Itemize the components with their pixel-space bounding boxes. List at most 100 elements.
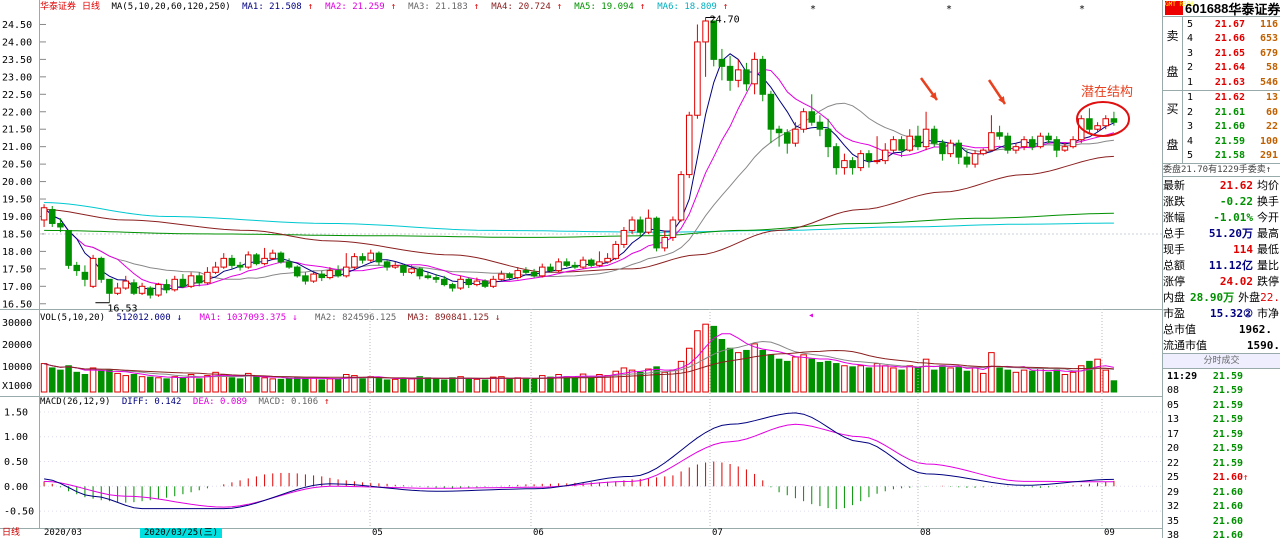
tick-row[interactable]: 35 21.60	[1163, 514, 1280, 529]
volume-bar	[677, 360, 685, 393]
candle-body	[481, 280, 489, 287]
gmt-badge-icon[interactable]: GMT R300	[1165, 1, 1194, 15]
tick-row[interactable]: 08 21.59	[1163, 384, 1280, 399]
bid-level: 2	[1186, 106, 1194, 118]
volume-bar	[1037, 367, 1044, 393]
tick-price: 21.60	[1212, 530, 1243, 538]
volume-bar	[1012, 371, 1020, 393]
candle-body	[947, 142, 954, 155]
tick-price: 21.60	[1212, 501, 1243, 513]
candle-body	[775, 128, 783, 134]
tick-row[interactable]: 25 21.60 ↑	[1163, 471, 1280, 486]
candle-body	[1102, 118, 1110, 127]
ask-row[interactable]: 1 21.63 546	[1183, 75, 1280, 90]
ma1-line	[43, 53, 1115, 291]
bid-row[interactable]: 1 21.62 13	[1183, 91, 1280, 106]
candle-body	[130, 282, 138, 294]
volume-axis-label: 10000	[2, 362, 32, 373]
market-value-row: 总市值 1962.	[1163, 321, 1280, 337]
candle-body	[759, 58, 767, 95]
ticks-title[interactable]: 分时成交	[1163, 353, 1280, 369]
quote-key-right: 市净	[1257, 307, 1279, 320]
ma-label: MA6: 18.809 ↑	[657, 2, 734, 12]
tick-row[interactable]: 13 21.59	[1163, 413, 1280, 428]
candle-body	[849, 160, 856, 169]
candle-body	[1028, 139, 1036, 148]
volume-bar	[1110, 380, 1118, 393]
volume-bar	[122, 375, 130, 393]
candle-body	[783, 132, 791, 144]
tick-row[interactable]: 22 21.59	[1163, 456, 1280, 471]
quote-key-right: 均价	[1257, 179, 1279, 192]
candle-body	[522, 270, 530, 273]
code-title: GMT R300 601688 华泰证券	[1163, 0, 1280, 17]
candle-body	[416, 268, 424, 277]
price-axis-label: 21.00	[2, 142, 32, 153]
ask-row[interactable]: 4 21.66 653	[1183, 32, 1280, 47]
ticks-list[interactable]: 11:29 21.59 08 21.59 05 21.59 13 21.59 17 21.59 20…	[1163, 369, 1280, 538]
candle-body	[498, 273, 505, 280]
vol-ma1: MA1: 1037093.375 ↓	[199, 313, 298, 323]
bid-row[interactable]: 3 21.60 22	[1183, 120, 1280, 135]
tick-row[interactable]: 32 21.60	[1163, 500, 1280, 515]
ask-row[interactable]: 3 21.65 679	[1183, 46, 1280, 61]
bid-price: 21.62	[1214, 92, 1245, 104]
tick-row[interactable]: 29 21.60	[1163, 485, 1280, 500]
bid-summary: 委盘21.70有1229手委卖↑	[1163, 164, 1280, 177]
tick-price: 21.59	[1212, 370, 1243, 382]
bid-row[interactable]: 4 21.59 100	[1183, 134, 1280, 149]
chart-svg[interactable]: 24.50 24.00 23.50 23.00 22.50 22.00 21.50 21.00…	[0, 0, 1162, 538]
ma-label-text: MA2: 21.259	[325, 2, 385, 12]
ma-label-text: MA3: 21.183	[408, 2, 468, 12]
quote-row: 市盈 15.32② 市净	[1163, 305, 1280, 321]
candle-body	[342, 266, 350, 277]
volume-bar	[800, 354, 807, 393]
volume-bar	[947, 367, 954, 393]
candle-body	[824, 128, 832, 148]
volume-bar	[48, 367, 56, 393]
ask-volume: 679	[1259, 47, 1278, 59]
price-axis-label: 24.50	[2, 20, 32, 31]
quote-key: 现手	[1163, 243, 1185, 256]
ma-label: MA2: 21.259 ↑	[325, 2, 402, 12]
quote-value: 24.02	[1219, 274, 1253, 288]
candle-body	[236, 264, 244, 268]
volume-bar	[955, 366, 963, 393]
price-axis-label: 18.50	[2, 229, 32, 240]
tick-row[interactable]: 20 21.59	[1163, 442, 1280, 457]
candle-body	[963, 156, 971, 165]
tick-row[interactable]: 05 21.59	[1163, 398, 1280, 413]
ask-book: 卖盘 5 21.67 116 4 21.66 653 3 21.65 679 2 21.64 58 1 2…	[1163, 17, 1280, 91]
market-value-value: 1962.	[1238, 322, 1272, 336]
kline-chart-area[interactable]: 24.50 24.00 23.50 23.00 22.50 22.00 21.50 21.00…	[0, 0, 1162, 538]
tick-row[interactable]: 17 21.59	[1163, 427, 1280, 442]
quote-key: 总手	[1163, 227, 1185, 240]
tick-time: 35	[1167, 515, 1180, 527]
candle-body	[383, 261, 391, 268]
period-tab[interactable]: 日线	[2, 528, 20, 538]
candle-body	[122, 280, 130, 289]
candle-body	[971, 153, 979, 165]
volume-bar	[155, 377, 162, 393]
ask-row[interactable]: 5 21.67 116	[1183, 17, 1280, 32]
cursor-date[interactable]: 2020/03/25(三)	[140, 528, 223, 538]
macd-axis-label: 1.00	[4, 432, 28, 443]
macd-axis-label: 0.50	[4, 457, 28, 468]
candle-body	[1045, 135, 1052, 141]
tick-time: 29	[1167, 486, 1180, 498]
tick-row[interactable]: 11:29 21.59	[1163, 369, 1280, 384]
volume-bar	[310, 377, 317, 393]
bid-row[interactable]: 5 21.58 291	[1183, 149, 1280, 164]
candle-body	[179, 278, 187, 287]
ask-row[interactable]: 2 21.64 58	[1183, 61, 1280, 76]
candle-body	[628, 219, 636, 231]
tick-row[interactable]: 38 21.60	[1163, 529, 1280, 538]
macd-diff: DIFF: 0.142	[121, 397, 182, 407]
volume-bar	[40, 363, 48, 393]
tick-price: 21.59	[1212, 399, 1243, 411]
volume-bar	[890, 367, 897, 393]
volume-bar	[383, 379, 391, 393]
candle-body	[187, 275, 195, 287]
ask-price: 21.66	[1214, 33, 1245, 45]
bid-row[interactable]: 2 21.61 60	[1183, 105, 1280, 120]
